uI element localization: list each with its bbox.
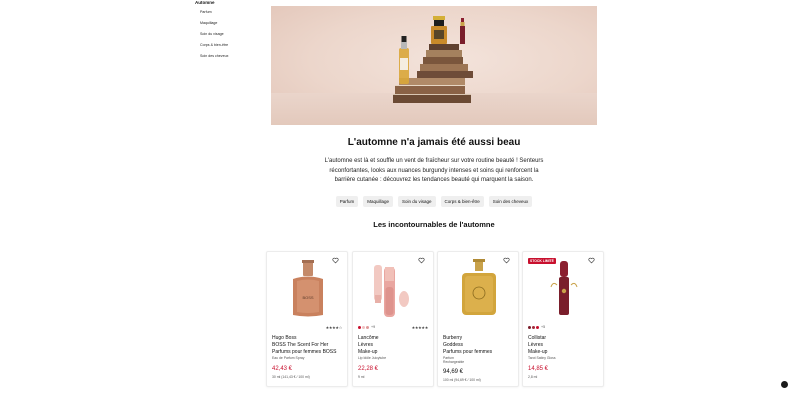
sidebar-item-soin-visage[interactable]: Soin du visage — [200, 32, 224, 36]
product-name: Goddess — [443, 342, 464, 348]
category-chips: Parfum Maquillage Soin du visage Corps &… — [271, 196, 597, 207]
product-card[interactable]: +9 ★★★★★ Lancôme Lèvres Make-up Lip Idôl… — [352, 251, 434, 387]
chip-soin-visage[interactable]: Soin du visage — [397, 196, 436, 207]
shade-swatches[interactable]: +5 — [528, 325, 545, 329]
limited-stock-badge: STOCK LIMITÉ — [528, 258, 556, 264]
page-headline: L'automne n'a jamais été aussi beau — [347, 137, 521, 148]
product-unit: 9 ml — [358, 375, 365, 379]
shade-swatch[interactable] — [358, 325, 361, 329]
product-price: 94,69 € — [443, 369, 464, 375]
product-type: Make-up — [528, 349, 548, 355]
product-subtitle: Eau de Parfum Spray — [272, 356, 305, 360]
intro-text: L'automne est là et souffle un vent de f… — [324, 158, 544, 183]
sidebar-item-parfum[interactable]: Parfum — [200, 10, 212, 14]
shade-swatch[interactable] — [536, 325, 539, 329]
product-card[interactable]: STOCK LIMITÉ +5 Collistar Lèvres Make-up… — [522, 251, 604, 387]
product-price: 14,85 € — [528, 366, 549, 372]
product-type: Parfums pour femmes — [443, 349, 493, 355]
product-card[interactable]: Burberry Goddess Parfums pour femmes Par… — [437, 251, 519, 387]
sidebar-item-maquillage[interactable]: Maquillage — [200, 21, 217, 25]
sidebar-item-cheveux[interactable]: Soin des cheveux — [200, 54, 228, 58]
sidebar-title: Automne — [195, 0, 215, 5]
chip-corps[interactable]: Corps & bien-être — [440, 196, 484, 207]
product-card[interactable]: BOSS ★★★★☆ Hugo Boss BOSS The Scent For … — [266, 251, 348, 387]
rating-stars: ★★★★★ — [411, 325, 429, 330]
heart-icon[interactable] — [503, 257, 510, 264]
product-name: Lèvres — [528, 342, 544, 348]
rating-row: +5 — [528, 325, 598, 330]
heart-icon[interactable] — [588, 257, 595, 264]
product-brand: Collistar — [528, 335, 547, 341]
product-type: Parfums pour femmes BOSS — [272, 349, 337, 355]
sidebar-item-corps[interactable]: Corps & bien-être — [200, 43, 228, 47]
section-title: Les incontournables de l'automne — [373, 220, 495, 229]
more-shades[interactable]: +5 — [541, 325, 545, 329]
product-brand: Lancôme — [358, 335, 379, 341]
product-subtitle: Tarot Satiny Gloss — [528, 356, 556, 360]
books-and-bottles-illustration — [393, 16, 473, 103]
shade-swatches[interactable]: +9 — [358, 325, 375, 329]
product-price: 22,28 € — [358, 366, 379, 372]
product-name: BOSS The Scent For Her — [272, 342, 329, 348]
product-brand: Burberry — [443, 335, 463, 341]
product-type: Make-up — [358, 349, 378, 355]
rating-row: +9 ★★★★★ — [358, 325, 428, 330]
rating-row: ★★★★☆ — [272, 325, 343, 330]
shade-swatch[interactable] — [528, 325, 531, 329]
product-image — [550, 261, 578, 315]
product-price: 42,43 € — [272, 366, 293, 372]
hero-image — [271, 6, 597, 125]
product-unit: 2,8 ml — [528, 375, 538, 379]
svg-text:BOSS: BOSS — [302, 295, 313, 300]
chip-parfum[interactable]: Parfum — [335, 196, 359, 207]
product-unit: 100 ml (94,69 € / 100 ml) — [443, 378, 481, 382]
shade-swatch[interactable] — [366, 325, 369, 329]
product-image: BOSS — [293, 260, 323, 317]
heart-icon[interactable] — [418, 257, 425, 264]
product-subtitle: Lip Idôle Juicytube — [358, 356, 387, 360]
product-brand: Hugo Boss — [272, 335, 297, 341]
shade-swatch[interactable] — [532, 325, 535, 329]
chip-cheveux[interactable]: Soin des cheveux — [488, 196, 533, 207]
product-subtitle-2: Rechargeable — [443, 360, 465, 364]
shade-swatch[interactable] — [362, 325, 365, 329]
product-name: Lèvres — [358, 342, 374, 348]
product-image — [462, 259, 496, 315]
product-unit: 30 ml (141,43 € / 100 ml) — [272, 375, 310, 379]
rating-stars: ★★★★☆ — [325, 325, 343, 330]
product-image — [374, 265, 409, 317]
more-shades[interactable]: +9 — [371, 325, 375, 329]
chip-maquillage[interactable]: Maquillage — [363, 196, 393, 207]
chat-button[interactable] — [781, 381, 788, 388]
heart-icon[interactable] — [332, 257, 339, 264]
